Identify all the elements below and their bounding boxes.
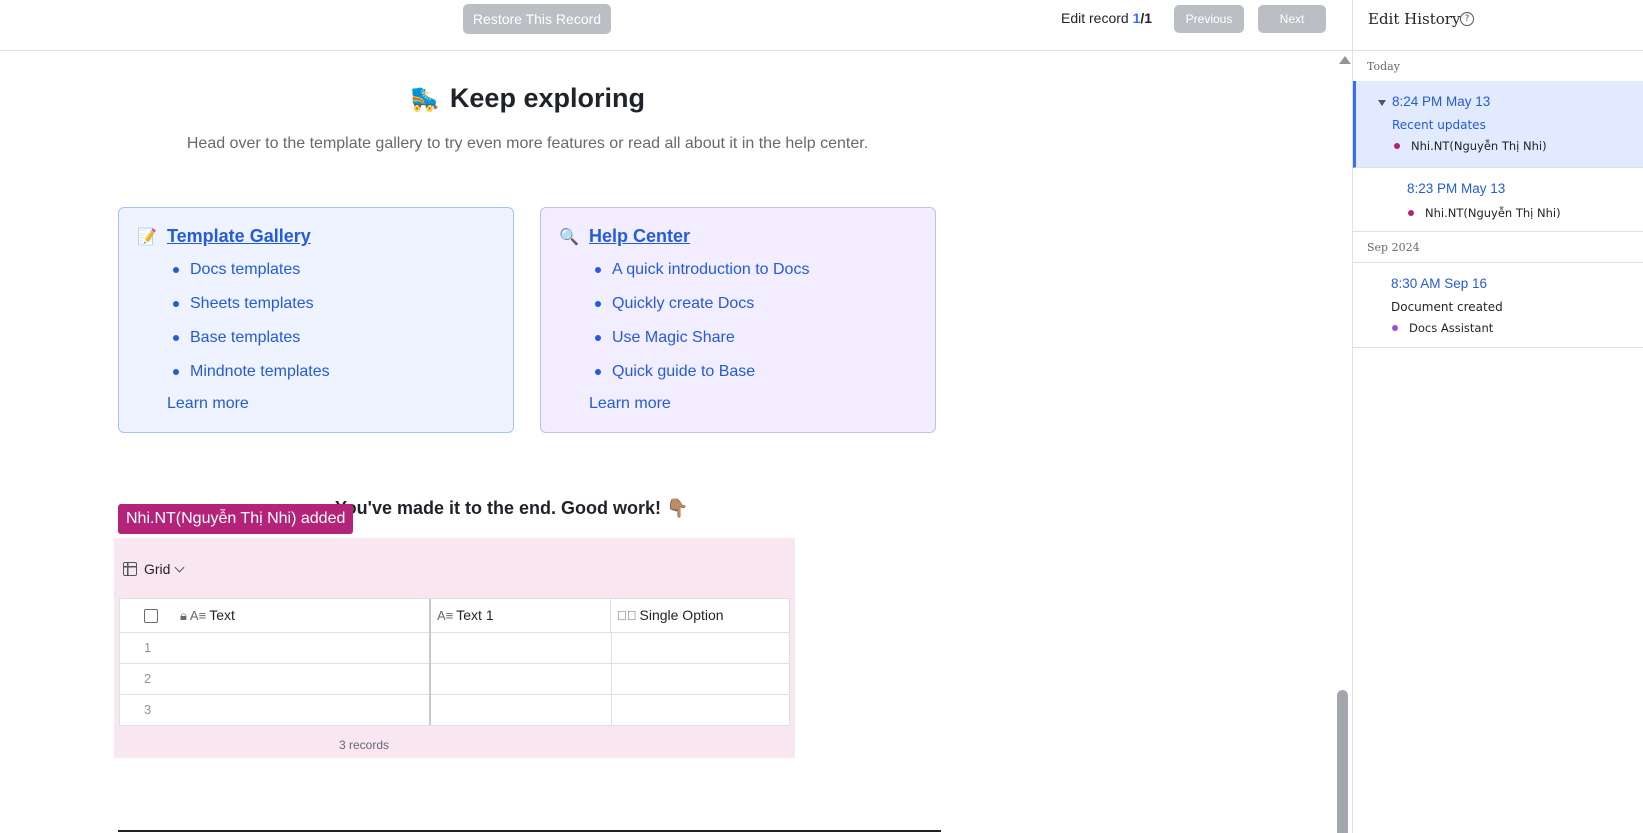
row-number: 3 — [144, 702, 152, 717]
card-title-text[interactable]: Help Center — [589, 226, 690, 246]
table-row[interactable]: 3 — [120, 694, 789, 726]
template-gallery-card: 📝 Template Gallery Docs templates Sheets … — [118, 207, 514, 433]
help-icon[interactable]: ? — [1460, 12, 1474, 26]
text-field-icon: A≡ — [189, 608, 207, 623]
document-body[interactable]: 🛼 Keep exploring Head over to the templat… — [0, 51, 1335, 833]
list-item-link[interactable]: Quickly create Docs — [594, 294, 809, 328]
column-header-label: ⌄⃝ Single Option — [617, 607, 724, 623]
help-center-card: 🔍 Help Center A quick introduction to Doc… — [540, 207, 936, 433]
single-option-icon: ⌄⃝ — [617, 608, 637, 623]
section-heading: 🛼 Keep exploring — [0, 83, 1055, 114]
history-group-header: Sep 2024 — [1353, 232, 1643, 263]
history-entry-note: Recent updates — [1392, 118, 1486, 132]
previous-button[interactable]: Previous — [1174, 5, 1244, 33]
edit-history-panel: Edit History ? Today 8:24 PM May 13 Rece… — [1352, 0, 1643, 833]
edit-record-counter: Edit record 1/1 — [1061, 10, 1152, 26]
template-links-list: Docs templates Sheets templates Base tem… — [167, 260, 330, 396]
column-header-text-1[interactable]: A≡ Text 1 — [431, 599, 611, 632]
help-center-link[interactable]: 🔍 Help Center — [559, 226, 690, 247]
history-entry[interactable]: 8:24 PM May 13 Recent updates Nhi.NT(Ngu… — [1353, 81, 1643, 168]
user-color-dot — [1394, 143, 1400, 149]
help-links-list: A quick introduction to Docs Quickly cre… — [589, 260, 809, 396]
scroll-up-arrow-icon[interactable] — [1339, 56, 1351, 64]
list-item-link[interactable]: Sheets templates — [173, 294, 330, 328]
data-grid: 🔒︎ A≡ Text A≡ Text 1 ⌄⃝ Single Option 1 2 3 — [119, 598, 790, 726]
list-item-link[interactable]: Base templates — [173, 328, 330, 362]
section-subtext: Head over to the template gallery to try… — [186, 135, 869, 152]
restore-record-button[interactable]: Restore This Record — [463, 4, 611, 34]
row-number: 2 — [144, 671, 152, 686]
lock-icon: 🔒︎ — [180, 608, 187, 623]
history-entry-time: 8:23 PM May 13 — [1407, 181, 1506, 196]
column-divider — [429, 632, 431, 725]
table-row[interactable]: 1 — [120, 632, 789, 664]
history-entry-user: Nhi.NT(Nguyễn Thị Nhi) — [1411, 139, 1547, 153]
panel-header: Edit History ? — [1353, 0, 1643, 51]
heading-text: Keep exploring — [449, 83, 645, 113]
history-entry-time: 8:30 AM Sep 16 — [1391, 276, 1488, 291]
history-group-label: Today — [1367, 60, 1400, 73]
total-record-number: 1 — [1144, 10, 1153, 26]
list-item-link[interactable]: Use Magic Share — [594, 328, 809, 362]
magnifier-icon: 🔍 — [559, 229, 579, 246]
grid-icon — [123, 562, 137, 576]
select-all-checkbox[interactable] — [144, 609, 158, 623]
section-divider — [118, 830, 941, 832]
history-entry-note: Document created — [1391, 300, 1503, 314]
learn-more-link[interactable]: Learn more — [589, 395, 671, 413]
roller-skate-icon: 🛼 — [410, 86, 440, 113]
view-label: Grid — [144, 561, 171, 577]
column-header-label: A≡ Text 1 — [437, 607, 494, 623]
memo-icon: 📝 — [137, 229, 157, 246]
card-title-text[interactable]: Template Gallery — [167, 226, 311, 246]
list-item-link[interactable]: Quick guide to Base — [594, 362, 809, 396]
chevron-down-icon — [175, 562, 185, 573]
column-divider — [611, 632, 612, 725]
edit-record-label: Edit record — [1061, 10, 1129, 26]
column-name: Text — [209, 607, 235, 623]
history-group-label: Sep 2024 — [1367, 241, 1420, 254]
column-header-label: 🔒︎ A≡ Text — [180, 607, 235, 624]
row-number: 1 — [144, 640, 152, 655]
record-toolbar: Restore This Record Edit record 1/1 Prev… — [0, 0, 1352, 51]
end-message: You've made it to the end. Good work! 👇🏽 — [335, 498, 689, 518]
scrollbar-thumb[interactable] — [1337, 690, 1348, 833]
grid-header-row: 🔒︎ A≡ Text A≡ Text 1 ⌄⃝ Single Option — [120, 599, 789, 633]
next-button[interactable]: Next — [1258, 5, 1326, 33]
user-color-dot — [1408, 210, 1414, 216]
table-row[interactable]: 2 — [120, 663, 789, 695]
user-color-dot — [1392, 325, 1398, 331]
column-name: Single Option — [639, 607, 724, 623]
history-entry-user: Docs Assistant — [1409, 321, 1494, 335]
records-count: 3 records — [338, 738, 390, 752]
history-entry-user: Nhi.NT(Nguyễn Thị Nhi) — [1425, 206, 1561, 220]
view-switcher[interactable]: Grid — [123, 561, 185, 577]
history-entry[interactable]: 8:30 AM Sep 16 Document created Docs Ass… — [1353, 263, 1643, 348]
column-name: Text 1 — [456, 607, 494, 623]
added-by-badge: Nhi.NT(Nguyễn Thị Nhi) added — [118, 504, 354, 534]
column-header-single-option[interactable]: ⌄⃝ Single Option — [611, 599, 791, 632]
learn-more-link[interactable]: Learn more — [167, 395, 249, 413]
column-header-text[interactable]: 🔒︎ A≡ Text — [120, 599, 431, 632]
list-item-link[interactable]: A quick introduction to Docs — [594, 260, 809, 294]
text-field-icon: A≡ — [437, 608, 454, 623]
caret-down-icon[interactable] — [1378, 100, 1386, 106]
list-item-link[interactable]: Docs templates — [173, 260, 330, 294]
embedded-base-table: Grid 🔒︎ A≡ Text A≡ Text 1 ⌄⃝ Single Option 1… — [114, 538, 795, 758]
history-entry-time: 8:24 PM May 13 — [1392, 94, 1491, 109]
history-entry[interactable]: 8:23 PM May 13 Nhi.NT(Nguyễn Thị Nhi) — [1353, 168, 1643, 232]
list-item-link[interactable]: Mindnote templates — [173, 362, 330, 396]
panel-title: Edit History — [1368, 10, 1461, 28]
template-gallery-link[interactable]: 📝 Template Gallery — [137, 226, 311, 247]
